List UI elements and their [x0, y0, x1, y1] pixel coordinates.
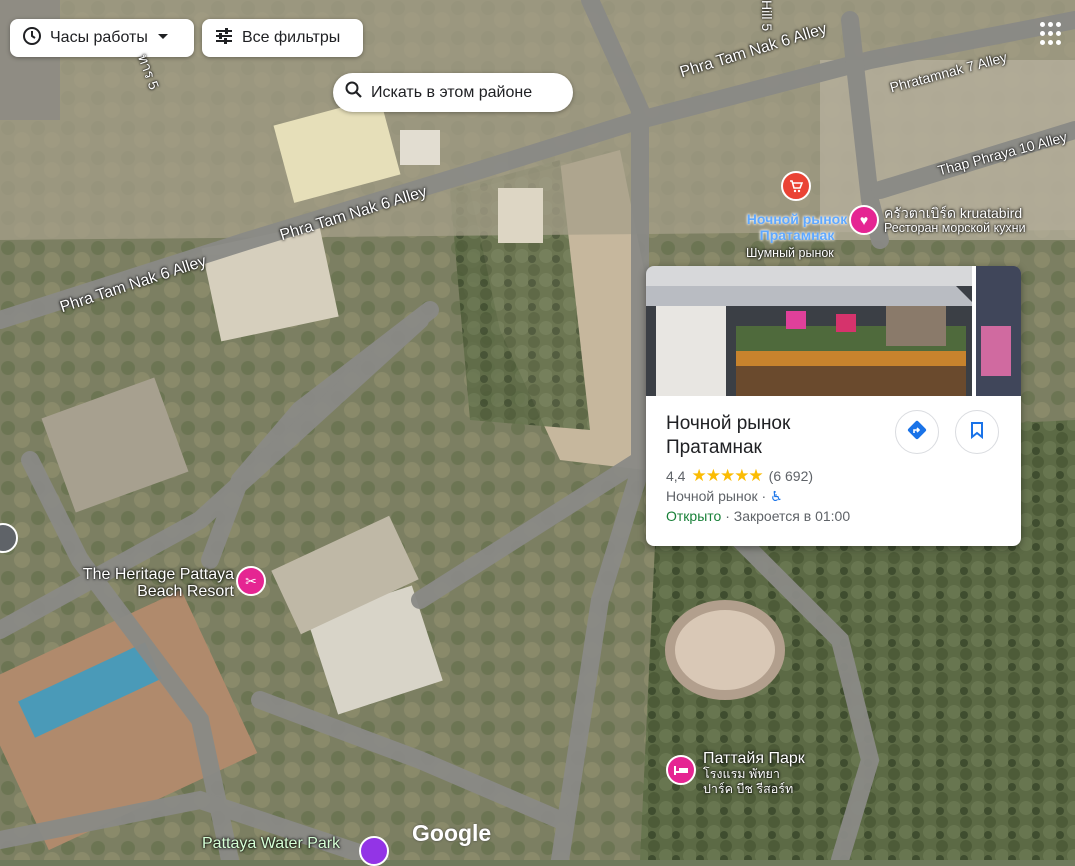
- road-label: Hill 5: [759, 0, 775, 32]
- water-park-pin-icon[interactable]: [359, 836, 389, 866]
- closing-time: Закроется в 01:00: [733, 508, 851, 524]
- night-market-name-line1: Ночной рынок: [746, 211, 848, 227]
- hotel-bed-icon[interactable]: [666, 755, 696, 785]
- pattaya-park-thai2: ปาร์ค บีช รีสอร์ท: [703, 782, 794, 796]
- star-rating-icon: ★★★★★: [691, 466, 763, 485]
- search-icon: [345, 81, 363, 104]
- directions-icon: [906, 419, 928, 446]
- place-category: Ночной рынок: [666, 488, 758, 504]
- market-pin-icon[interactable]: [781, 171, 811, 201]
- rating-value: 4,4: [666, 468, 686, 484]
- night-market-name-line2: Пратамнак: [759, 227, 835, 243]
- search-this-area-label: Искать в этом районе: [371, 83, 533, 101]
- rating-row: 4,4 ★★★★★ (6 692): [666, 466, 813, 486]
- night-market-map-label[interactable]: Ночной рынок Пратамнак: [742, 211, 852, 243]
- kruatabird-name: ครัวตาเบิร์ด kruatabird: [884, 205, 1023, 221]
- hours-row: Открыто · Закроется в 01:00: [666, 508, 850, 524]
- place-title: Ночной рынок Пратамнак: [666, 413, 791, 458]
- apps-grid-icon[interactable]: [1040, 22, 1064, 46]
- water-park-name[interactable]: Pattaya Water Park: [202, 835, 340, 852]
- pattaya-park-name[interactable]: Паттайя Парк: [703, 750, 805, 767]
- hours-filter-chip[interactable]: Часы работы: [10, 19, 194, 57]
- night-market-note: Шумный рынок: [746, 246, 834, 260]
- heritage-line2: Beach Resort: [137, 583, 234, 600]
- directions-button[interactable]: [895, 410, 939, 454]
- heritage-line1: The Heritage Pattaya: [82, 566, 234, 583]
- place-info-card[interactable]: Ночной рынок Пратамнак 4,4 ★★★★★ (6 692)…: [646, 266, 1021, 546]
- open-status: Открыто: [666, 508, 722, 524]
- chevron-down-icon: [156, 29, 170, 47]
- pattaya-park-thai1: โรงแรม พัทยา: [703, 767, 780, 781]
- review-count[interactable]: (6 692): [769, 468, 813, 484]
- heart-icon[interactable]: ♥: [849, 205, 879, 235]
- heritage-label[interactable]: The Heritage Pattaya Beach Resort: [66, 566, 234, 600]
- all-filters-button[interactable]: Все фильтры: [202, 19, 363, 57]
- hours-separator: ·: [725, 508, 730, 524]
- bookmark-icon: [969, 421, 985, 444]
- wheelchair-icon: ♿: [770, 488, 783, 504]
- category-row: Ночной рынок · ♿: [666, 488, 783, 505]
- search-this-area-button[interactable]: Искать в этом районе: [333, 73, 573, 112]
- category-separator: ·: [761, 488, 767, 504]
- save-button[interactable]: [955, 410, 999, 454]
- clock-icon: [22, 26, 42, 51]
- spa-icon[interactable]: ✂: [236, 566, 266, 596]
- tune-icon: [214, 26, 234, 51]
- google-logo: Google: [412, 820, 492, 846]
- hours-filter-label: Часы работы: [50, 29, 148, 46]
- kruatabird-category: Ресторан морской кухни: [884, 221, 1026, 235]
- all-filters-label: Все фильтры: [242, 29, 341, 46]
- place-photos[interactable]: [646, 266, 1021, 396]
